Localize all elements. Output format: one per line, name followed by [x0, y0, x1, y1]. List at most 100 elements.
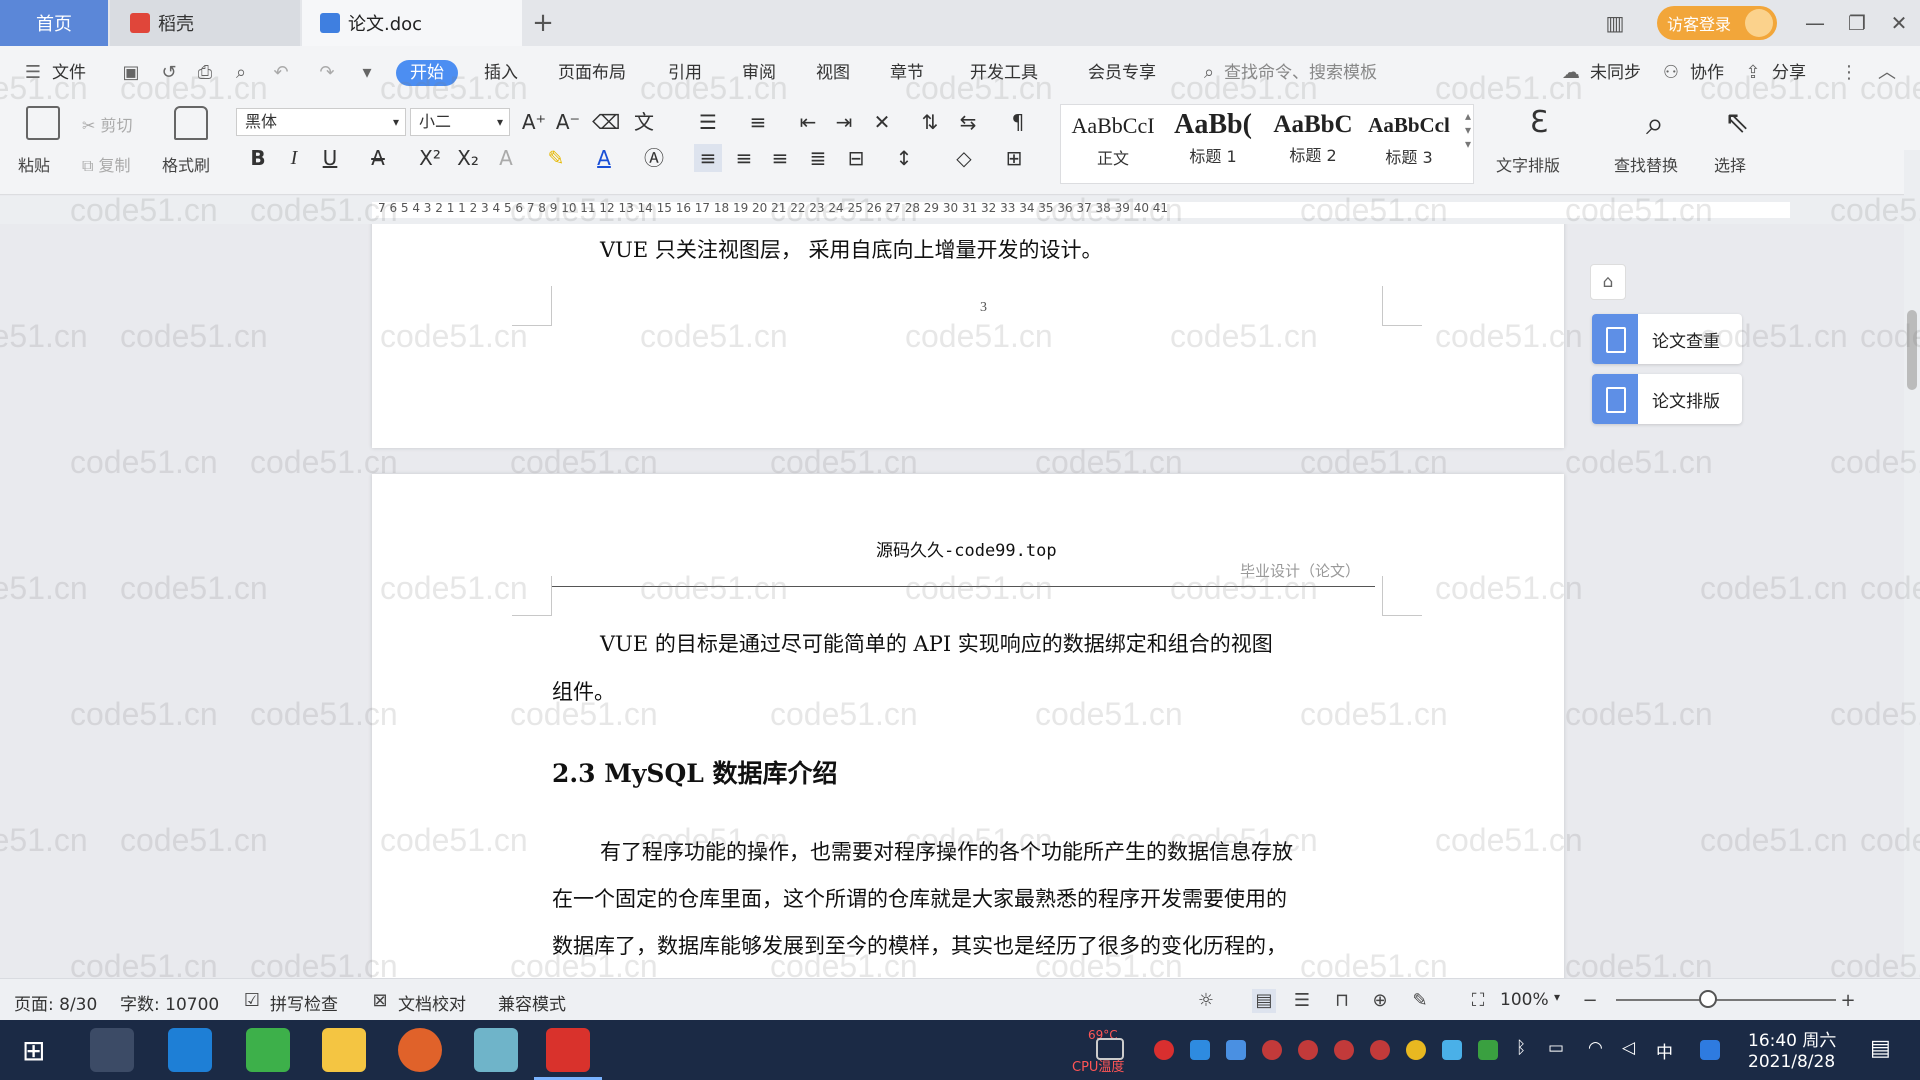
- numbered-list-icon[interactable]: ≡: [744, 108, 772, 136]
- underline-icon[interactable]: U: [316, 144, 344, 172]
- chevron-down-icon[interactable]: ▾: [1554, 990, 1560, 1004]
- borders-icon[interactable]: ⊞: [1000, 144, 1028, 172]
- input-method-indicator[interactable]: 中: [1656, 1038, 1673, 1063]
- select-button[interactable]: 选择: [1714, 152, 1746, 176]
- page-view-icon[interactable]: ▤: [1252, 989, 1276, 1013]
- zoom-slider[interactable]: [1616, 999, 1836, 1001]
- reading-view-icon[interactable]: ⊓: [1330, 989, 1354, 1013]
- document-canvas[interactable]: VUE 只关注视图层， 采用自底向上增量开发的设计。 3 源码久久-code99…: [0, 224, 1904, 978]
- page-count[interactable]: 页面: 8/30: [14, 990, 97, 1015]
- menu-insert[interactable]: 插入: [484, 60, 518, 86]
- command-search-input[interactable]: 查找命令、搜索模板: [1224, 60, 1377, 86]
- save-icon[interactable]: ▣: [120, 62, 142, 84]
- windows-start-icon[interactable]: ⊞: [22, 1034, 45, 1067]
- sort-icon[interactable]: ⇅: [916, 108, 944, 136]
- nvidia-icon[interactable]: [1478, 1040, 1498, 1060]
- quick-access-dropdown-icon[interactable]: ▾: [356, 62, 378, 84]
- justify-icon[interactable]: ≣: [804, 144, 832, 172]
- menu-review[interactable]: 审阅: [742, 60, 776, 86]
- zoom-out-icon[interactable]: −: [1578, 989, 1602, 1013]
- font-name-select[interactable]: 黑体 ▾: [236, 108, 406, 136]
- style-scroll-icon[interactable]: ▴ ▾ ▾: [1465, 109, 1471, 151]
- italic-icon[interactable]: I: [280, 144, 308, 172]
- 360-browser-icon[interactable]: [246, 1028, 290, 1072]
- collaborate-button[interactable]: 协作: [1690, 60, 1724, 86]
- new-tab-button[interactable]: +: [528, 8, 558, 38]
- menu-home[interactable]: 开始: [396, 60, 458, 86]
- tray-app-icon[interactable]: [1190, 1040, 1210, 1060]
- line-spacing-icon[interactable]: ↕: [890, 144, 918, 172]
- style-heading-3[interactable]: AaBbCcl 标题 3: [1361, 113, 1457, 168]
- tab-home[interactable]: 首页: [0, 0, 108, 46]
- subscript-icon[interactable]: X₂: [454, 144, 482, 172]
- restore-icon[interactable]: ❐: [1842, 8, 1872, 38]
- more-options-icon[interactable]: ⋮: [1838, 62, 1860, 84]
- increase-indent-icon[interactable]: ⇥: [830, 108, 858, 136]
- pinwheel-app-icon[interactable]: [90, 1028, 134, 1072]
- zoom-in-icon[interactable]: +: [1836, 989, 1860, 1013]
- menu-page-layout[interactable]: 页面布局: [558, 60, 626, 86]
- paper-layout-button[interactable]: 论文排版: [1592, 374, 1742, 424]
- distribute-icon[interactable]: ⊟: [842, 144, 870, 172]
- redo-icon[interactable]: ↷: [316, 62, 338, 84]
- hamburger-menu-icon[interactable]: ☰: [22, 62, 44, 84]
- qq-icon[interactable]: [1370, 1040, 1390, 1060]
- game-app-icon[interactable]: [398, 1028, 442, 1072]
- font-color-icon[interactable]: A: [590, 144, 618, 172]
- qq-icon[interactable]: [1298, 1040, 1318, 1060]
- format-painter-icon[interactable]: [174, 106, 208, 140]
- bold-icon[interactable]: B: [244, 144, 272, 172]
- menu-references[interactable]: 引用: [668, 60, 702, 86]
- decrease-font-icon[interactable]: A⁻: [554, 108, 582, 136]
- vertical-scrollbar[interactable]: [1904, 150, 1920, 978]
- align-left-icon[interactable]: ≡: [694, 144, 722, 172]
- magnifier-icon[interactable]: ⌕: [1638, 106, 1672, 140]
- decrease-indent-icon[interactable]: ⇤: [794, 108, 822, 136]
- ie-browser-icon[interactable]: [168, 1028, 212, 1072]
- chinese-layout-icon[interactable]: ✕: [868, 108, 896, 136]
- text-layout-icon[interactable]: ℇ: [1522, 106, 1556, 140]
- style-normal[interactable]: AaBbCcI 正文: [1065, 113, 1161, 169]
- menu-developer[interactable]: 开发工具: [970, 60, 1038, 86]
- login-button[interactable]: 访客登录: [1657, 6, 1777, 40]
- layout-toggle-icon[interactable]: ▥: [1600, 8, 1630, 38]
- undo-icon[interactable]: ↶: [270, 62, 292, 84]
- tray-app-icon[interactable]: [1442, 1040, 1462, 1060]
- eye-protect-icon[interactable]: ☼: [1194, 989, 1218, 1013]
- align-right-icon[interactable]: ≡: [766, 144, 794, 172]
- close-icon[interactable]: ✕: [1884, 8, 1914, 38]
- strikethrough-icon[interactable]: A: [364, 144, 392, 172]
- notification-icon[interactable]: ▤: [1870, 1036, 1891, 1061]
- proofread-button[interactable]: 文档校对: [398, 990, 466, 1015]
- collapse-ribbon-icon[interactable]: ︿: [1876, 62, 1898, 84]
- spell-check-button[interactable]: 拼写检查: [270, 990, 338, 1015]
- zoom-level[interactable]: 100%: [1500, 990, 1549, 1010]
- scrollbar-thumb[interactable]: [1907, 310, 1917, 390]
- clock-time[interactable]: 16:40 周六: [1748, 1026, 1836, 1051]
- web-view-icon[interactable]: ⊕: [1368, 989, 1392, 1013]
- fit-page-icon[interactable]: ⛶: [1466, 989, 1490, 1013]
- horizontal-ruler[interactable]: 7 6 5 4 3 2 1 1 2 3 4 5 6 7 8 9 10 11 12…: [0, 196, 1920, 224]
- qq-icon[interactable]: [1334, 1040, 1354, 1060]
- style-heading-2[interactable]: AaBbC 标题 2: [1265, 111, 1361, 166]
- find-replace-button[interactable]: 查找替换: [1614, 152, 1678, 176]
- highlight-icon[interactable]: ✎: [542, 144, 570, 172]
- print-preview-icon[interactable]: ⌕: [230, 62, 252, 84]
- word-count[interactable]: 字数: 10700: [120, 990, 219, 1015]
- paste-icon[interactable]: [26, 106, 60, 140]
- superscript-icon[interactable]: X²: [416, 144, 444, 172]
- increase-font-icon[interactable]: A⁺: [520, 108, 548, 136]
- phonetic-guide-icon[interactable]: 文: [630, 108, 658, 136]
- print-icon[interactable]: ⎙: [194, 62, 216, 84]
- paper-check-button[interactable]: 论文查重: [1592, 314, 1742, 364]
- notebook-app-icon[interactable]: [474, 1028, 518, 1072]
- menu-file[interactable]: 文件: [52, 60, 86, 86]
- tab-document[interactable]: 论文.doc: [302, 0, 522, 46]
- wifi-icon[interactable]: ◠: [1588, 1038, 1603, 1058]
- text-effect-icon[interactable]: A: [492, 144, 520, 172]
- revert-icon[interactable]: ↺: [158, 62, 180, 84]
- side-panel-collapse-icon[interactable]: ⌂: [1590, 264, 1626, 300]
- cursor-select-icon[interactable]: ⇖: [1720, 106, 1754, 140]
- search-app-icon[interactable]: [1700, 1040, 1720, 1060]
- write-mode-icon[interactable]: ✎: [1408, 989, 1432, 1013]
